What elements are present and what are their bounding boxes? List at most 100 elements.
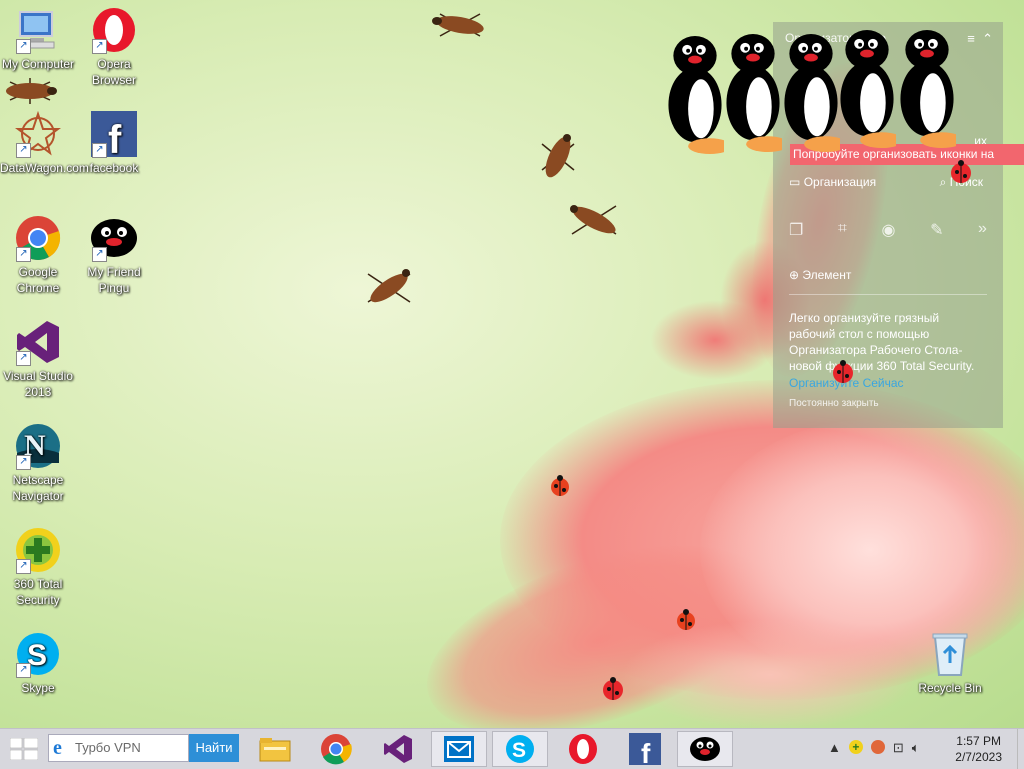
taskbar-skype[interactable]: S [492, 731, 548, 767]
svg-text:f: f [108, 118, 122, 157]
opera-icon [569, 734, 597, 764]
ladybug-icon [551, 475, 569, 496]
desktop-icon-label: Netscape Navigator [12, 473, 64, 503]
chrome-icon: ↗ [14, 214, 62, 262]
chevron-up-icon[interactable]: ▲ [828, 740, 841, 756]
close-permanently-link[interactable]: Постоянно закрыть [789, 398, 987, 409]
penguin-icon [900, 30, 956, 149]
ladybug-icon [603, 677, 623, 700]
desktop-icon-360-total-security[interactable]: ↗ 360 Total Security [0, 526, 76, 608]
mail-icon [444, 736, 474, 762]
desktop-icon-label: My Friend Pingu [87, 265, 141, 295]
edit-icon[interactable]: ✎ [930, 220, 943, 240]
penguin-icon [784, 34, 840, 153]
desktop-icon-netscape-navigator[interactable]: N ↗ Netscape Navigator [0, 422, 76, 504]
system-clock[interactable]: 1:57 PM 2/7/2023 [955, 733, 1002, 765]
plus-circle-icon: ⊕ [789, 268, 800, 282]
network-icon[interactable]: ⊡ [893, 740, 904, 756]
visual-studio-icon [384, 735, 412, 763]
desktop-icon-label: Visual Studio 2013 [3, 369, 73, 399]
ladybug-icon [677, 609, 695, 630]
double-chevron-right-icon[interactable]: » [978, 220, 987, 240]
shortcut-arrow-icon: ↗ [16, 351, 31, 366]
volume-icon[interactable]: 🔈︎ [912, 740, 920, 756]
folder-icon [259, 738, 291, 762]
search-submit-button[interactable]: Найти [189, 734, 239, 762]
taskbar-chrome[interactable] [308, 731, 364, 767]
chevron-up-icon[interactable]: ⌃ [982, 31, 993, 46]
shortcut-arrow-icon: ↗ [92, 247, 107, 262]
360-security-tray-icon[interactable]: + [848, 740, 863, 754]
desktop-icon-label: Opera Browser [91, 57, 136, 87]
desktop-icon-label: DataWagon.com [0, 161, 89, 175]
netscape-icon: N ↗ [14, 422, 62, 470]
organize-now-link[interactable]: Организуйте Сейчас [789, 376, 987, 390]
desktop-icon-label: Google Chrome [16, 265, 60, 295]
copy-icon[interactable]: ❐ [789, 220, 803, 240]
desktop-icon-recycle-bin[interactable]: Recycle Bin [912, 630, 988, 696]
desktop-icon-visual-studio[interactable]: ↗ Visual Studio 2013 [0, 318, 76, 400]
taskbar-opera[interactable] [555, 731, 611, 767]
vpn-tray-icon[interactable] [870, 740, 885, 754]
shortcut-arrow-icon: ↗ [16, 455, 31, 470]
internet-explorer-icon: e [53, 737, 62, 759]
desktop-icon-my-computer[interactable]: ↗ My Computer [0, 6, 76, 72]
shortcut-arrow-icon: ↗ [16, 39, 31, 54]
taskbar-visual-studio[interactable] [370, 731, 426, 767]
ladybug-icon [833, 360, 853, 383]
chrome-icon [321, 734, 352, 765]
desktop-icon-my-friend-pingu[interactable]: ↗ My Friend Pingu [76, 214, 152, 296]
computer-icon: ↗ [14, 6, 62, 54]
penguin-icon [668, 36, 724, 155]
search-icon: ⌕ [939, 175, 947, 189]
desktop-icon-label: My Computer [1, 57, 75, 71]
show-desktop-button[interactable] [1017, 729, 1024, 769]
facebook-icon: f ↗ [90, 110, 138, 158]
cockroach-icon [541, 134, 575, 178]
datawagon-icon: ↗ [14, 110, 62, 158]
shortcut-arrow-icon: ↗ [16, 559, 31, 574]
skype-icon: S [506, 735, 534, 763]
shortcut-arrow-icon: ↗ [16, 663, 31, 678]
add-element-button[interactable]: ⊕ Элемент [789, 268, 987, 282]
cockroach-icon [570, 205, 617, 235]
taskbar-mail[interactable] [431, 731, 487, 767]
taskbar: Турбо VPN e Найти S f ▲ + ⊡ 🔈︎ 1:57 PM 2… [0, 728, 1024, 769]
organize-button[interactable]: ▭ Организация [789, 175, 876, 189]
taskbar-facebook[interactable]: f [617, 731, 673, 767]
start-button[interactable] [9, 737, 39, 765]
shortcut-arrow-icon: ↗ [16, 143, 31, 158]
penguin-icon [840, 30, 896, 149]
skype-icon: S ↗ [14, 630, 62, 678]
shortcut-arrow-icon: ↗ [92, 143, 107, 158]
shortcut-arrow-icon: ↗ [16, 247, 31, 262]
svg-text:S: S [512, 739, 526, 762]
desktop-icon-label: Recycle Bin [918, 681, 982, 695]
desktop-icon-facebook[interactable]: f ↗ facebook [76, 110, 152, 176]
desktop-icon-datawagon[interactable]: ↗ DataWagon.com [0, 110, 89, 176]
ladybug-icon [951, 160, 971, 183]
crop-icon[interactable]: ⌗ [838, 220, 847, 240]
eye-icon[interactable]: ◉ [882, 220, 896, 240]
monitor-icon: ▭ [789, 175, 801, 189]
taskbar-file-explorer[interactable] [247, 731, 303, 767]
organizer-divider [789, 294, 987, 295]
pingu-icon [690, 737, 720, 761]
cockroach-icon [432, 13, 484, 37]
opera-icon: ↗ [90, 6, 138, 54]
search-input[interactable]: Турбо VPN [48, 734, 189, 762]
taskbar-pingu[interactable] [677, 731, 733, 767]
360-security-icon: ↗ [14, 526, 62, 574]
facebook-icon: f [629, 733, 661, 765]
menu-icon[interactable]: ≡ [967, 31, 975, 46]
desktop-icon-opera[interactable]: ↗ Opera Browser [76, 6, 152, 88]
system-tray: ▲ + ⊡ 🔈︎ [828, 740, 920, 756]
desktop-icon-label: Skype [21, 681, 55, 695]
desktop-icon-google-chrome[interactable]: ↗ Google Chrome [0, 214, 76, 296]
desktop-icon-label: facebook [89, 161, 139, 175]
cockroach-icon [6, 78, 57, 104]
windows-logo-icon [9, 737, 39, 761]
visual-studio-icon: ↗ [14, 318, 62, 366]
desktop-icon-skype[interactable]: S ↗ Skype [0, 630, 76, 696]
svg-text:f: f [641, 738, 651, 765]
